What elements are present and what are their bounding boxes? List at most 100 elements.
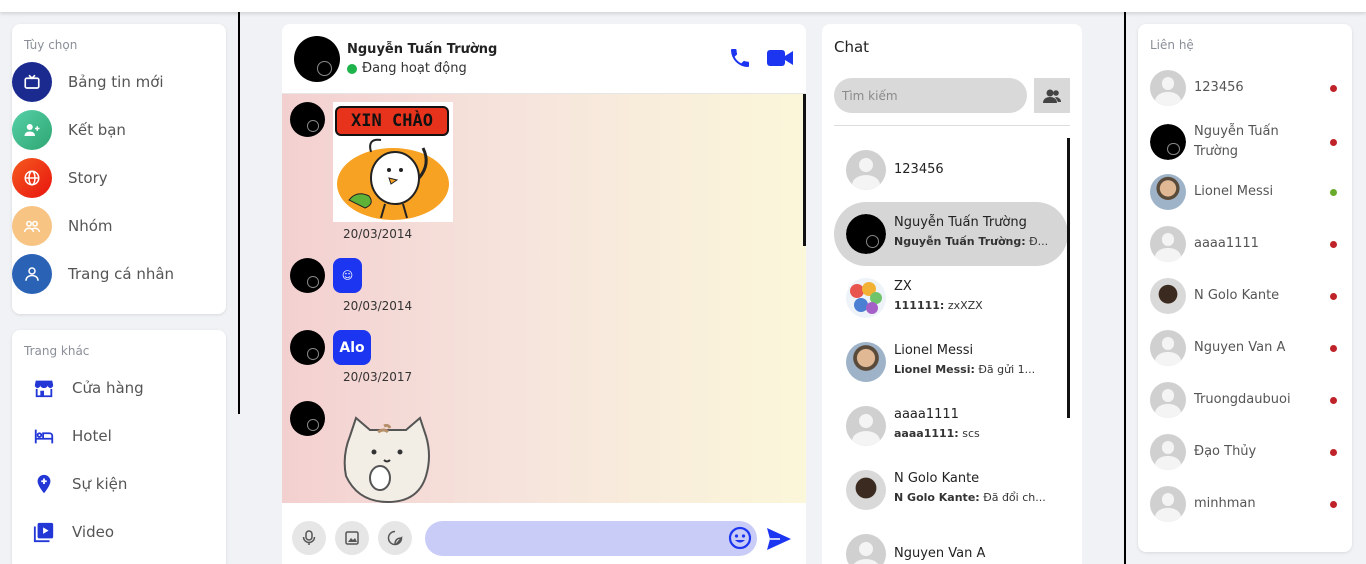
menu-item-events[interactable]: Sự kiện [32,472,127,496]
image-upload-button[interactable] [335,521,369,555]
avatar [1150,330,1186,366]
group-icon [12,206,52,246]
divider [238,12,240,414]
message-scrollbar[interactable] [803,94,806,246]
chat-title: Chat [834,38,870,56]
chat-list-item[interactable]: Lionel Messi Lionel Messi: Đã gửi 1... [834,330,1068,394]
avatar [1150,226,1186,262]
presence-dot [1330,84,1337,92]
chat-last-message: N Golo Kante: Đã đổi ch... [894,491,1054,504]
video-call-icon[interactable] [766,46,794,74]
contact-item[interactable]: aaaa1111 [1150,226,1340,262]
contacts-title: Liên hệ [1150,38,1194,52]
chat-list-item[interactable]: ZX 111111: zxXZX [834,266,1068,330]
avatar [1150,434,1186,470]
presence-dot [1330,292,1337,300]
chat-last-message: aaaa1111: scs [894,427,1054,440]
options-title: Tùy chọn [24,38,78,52]
chat-last-sender: Lionel Messi: [894,363,975,376]
chat-list-item[interactable]: aaaa1111 aaaa1111: scs [834,394,1068,458]
chat-list-scrollbar[interactable] [1067,138,1070,418]
menu-item-label: Video [72,523,115,541]
chat-last-sender: N Golo Kante: [894,491,980,504]
chat-last-text: Đ... [1029,235,1049,248]
chat-name: ZX [894,279,912,294]
microphone-button[interactable] [292,521,326,555]
avatar [846,534,886,564]
contact-name: 123456 [1194,80,1244,95]
contact-item[interactable]: Nguyễn Tuấn Trường [1150,122,1340,162]
contact-item[interactable]: Truongdaubuoi [1150,382,1340,418]
contact-item[interactable]: Nguyen Van A [1150,330,1340,366]
location-plus-icon [32,472,56,496]
menu-item-label: Cửa hàng [72,379,144,397]
sticker-button[interactable] [378,521,412,555]
chat-list-item[interactable]: Nguyen Van A [834,522,1068,564]
contact-name: Nguyen Van A [1194,340,1286,355]
menu-item-profile[interactable]: Trang cá nhân [12,254,174,294]
contact-name: Lionel Messi [1194,184,1274,199]
avatar [846,214,886,254]
search-input[interactable] [834,78,1027,113]
presence-dot [1330,188,1337,196]
message-date: 20/03/2017 [343,370,413,384]
avatar [1150,382,1186,418]
chat-list-item[interactable]: 123456 [834,138,1068,202]
avatar [290,258,325,293]
sticker-image[interactable]: XIN CHÀO [333,102,453,222]
menu-item-group[interactable]: Nhóm [12,206,113,246]
avatar [1150,174,1186,210]
user-icon [12,254,52,294]
menu-item-add-friend[interactable]: Kết bạn [12,110,126,150]
sticker-icon [387,530,403,546]
contact-item[interactable]: 123456 [1150,70,1340,106]
phone-call-icon[interactable] [728,46,752,74]
menu-item-label: Bảng tin mới [68,73,164,91]
menu-item-label: Sự kiện [72,475,128,493]
contact-item[interactable]: minhman [1150,486,1340,522]
menu-item-label: Story [68,169,108,187]
message-date: 20/03/2014 [343,227,413,241]
message-input[interactable] [425,521,757,556]
contact-item[interactable]: Lionel Messi [1150,174,1340,210]
globe-icon [12,158,52,198]
menu-item-label: Hotel [72,427,112,445]
menu-item-label: Trang cá nhân [68,265,175,283]
menu-item-hotel[interactable]: Hotel [32,424,112,448]
chat-name: aaaa1111 [894,407,959,422]
sticker-image[interactable] [338,406,438,503]
avatar [1150,278,1186,314]
menu-item-story[interactable]: Story [12,158,108,198]
presence-dot [1330,138,1337,146]
chat-name: Nguyễn Tuấn Trường [894,215,1027,230]
chat-last-text: zxXZX [947,299,983,312]
message-date: 20/03/2014 [343,299,413,313]
chat-last-text: scs [962,427,980,440]
contact-item[interactable]: Đạo Thủy [1150,434,1340,470]
avatar [846,278,886,318]
chat-list-item[interactable]: Nguyễn Tuấn Trường Nguyễn Tuấn Trường: Đ.… [834,202,1068,266]
tv-icon [12,62,52,102]
chat-last-sender: aaaa1111: [894,427,959,440]
contacts-search-button[interactable] [1034,78,1070,113]
message-bubble[interactable]: Alo [333,330,371,365]
chat-name: N Golo Kante [894,471,980,486]
bed-icon [32,424,56,448]
menu-item-news-feed[interactable]: Bảng tin mới [12,62,164,102]
contact-name: N Golo Kante [1194,288,1280,303]
emoji-button[interactable] [728,526,752,554]
avatar [846,150,886,190]
send-button[interactable] [766,527,792,555]
avatar [290,401,325,436]
conversation-name: Nguyễn Tuấn Trường [347,42,498,57]
chat-list-item[interactable]: N Golo Kante N Golo Kante: Đã đổi ch... [834,458,1068,522]
menu-item-video[interactable]: Video [32,520,114,544]
avatar[interactable] [294,36,340,82]
avatar [846,342,886,382]
message-bubble[interactable]: ☺ [333,258,362,293]
contact-item[interactable]: N Golo Kante [1150,278,1340,314]
presence-dot [1330,240,1337,248]
menu-item-store[interactable]: Cửa hàng [32,376,144,400]
chat-last-message: Lionel Messi: Đã gửi 1... [894,363,1054,376]
chat-last-sender: Nguyễn Tuấn Trường: [894,235,1026,248]
